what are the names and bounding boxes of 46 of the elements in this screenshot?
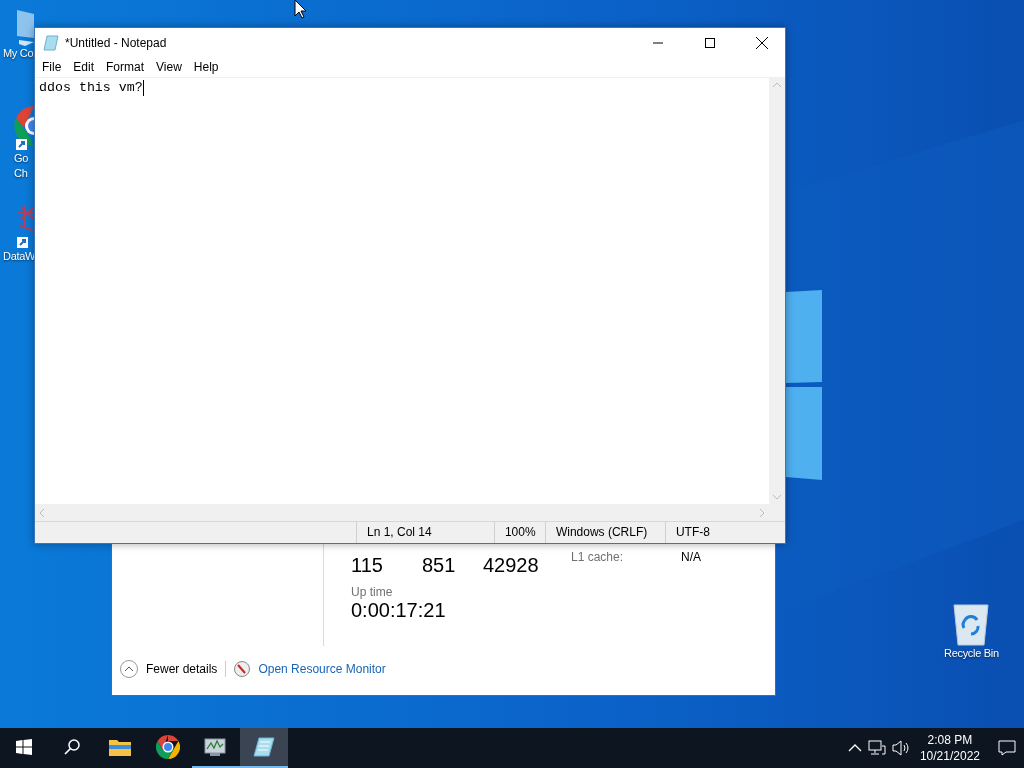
clock[interactable]: 2:08 PM 10/21/2022: [915, 732, 984, 764]
text-cursor: [142, 80, 144, 96]
stat-value: 115: [351, 554, 384, 577]
stat-value: 851: [422, 554, 457, 577]
uptime-label: Up time: [351, 585, 394, 599]
status-text: Windows (CRLF): [544, 522, 665, 543]
desktop-icon-label: Ch: [14, 166, 28, 181]
chevron-up-icon[interactable]: [847, 744, 862, 752]
taskbar-button[interactable]: [240, 728, 288, 768]
collapse-icon: [120, 660, 138, 678]
document-text: ddos this vm?: [39, 80, 143, 95]
notepad-icon: [253, 736, 275, 758]
folder-icon: [109, 738, 131, 756]
volume-icon[interactable]: [891, 740, 910, 756]
gauge-icon: [234, 661, 251, 677]
task-manager-icon: [204, 737, 228, 757]
menu-item[interactable]: Format: [100, 60, 151, 74]
menu-item[interactable]: Edit: [67, 60, 101, 74]
uptime-value: 0:00:17:21: [351, 599, 447, 622]
chrome-icon: [156, 735, 180, 759]
desktop-icon-label: Recycle Bin: [944, 646, 999, 661]
desktop-icon-label: My Co: [3, 46, 34, 61]
maximize-icon: [705, 37, 715, 48]
info-label: L1 cache:: [571, 550, 625, 566]
desktop-icon-label: DataW: [3, 249, 36, 264]
notification-icon[interactable]: [998, 740, 1016, 756]
close-icon: [756, 36, 768, 49]
resource-monitor-link[interactable]: Open Resource Monitor: [258, 662, 386, 676]
menu-item[interactable]: View: [150, 60, 188, 74]
status-text: Ln 1, Col 14: [356, 522, 494, 543]
network-icon[interactable]: [867, 740, 886, 756]
mouse-pointer-icon: [294, 0, 307, 19]
menu-item[interactable]: Help: [187, 60, 225, 74]
fewer-details-link[interactable]: Fewer details: [146, 662, 218, 676]
menu-item[interactable]: File: [36, 60, 68, 74]
status-text: 100%: [493, 522, 545, 543]
notepad-icon: [43, 34, 59, 51]
search-icon: [64, 739, 80, 755]
stat-value: 42928: [483, 554, 540, 577]
recycle-bin-icon: [951, 602, 992, 646]
window-title: *Untitled - Notepad: [65, 35, 168, 50]
status-text: UTF-8: [664, 522, 785, 543]
info-value: N/A: [681, 550, 702, 566]
computer-icon: [17, 10, 34, 46]
desktop-icon-label: Go: [14, 151, 29, 166]
windows-start-icon: [16, 739, 32, 755]
